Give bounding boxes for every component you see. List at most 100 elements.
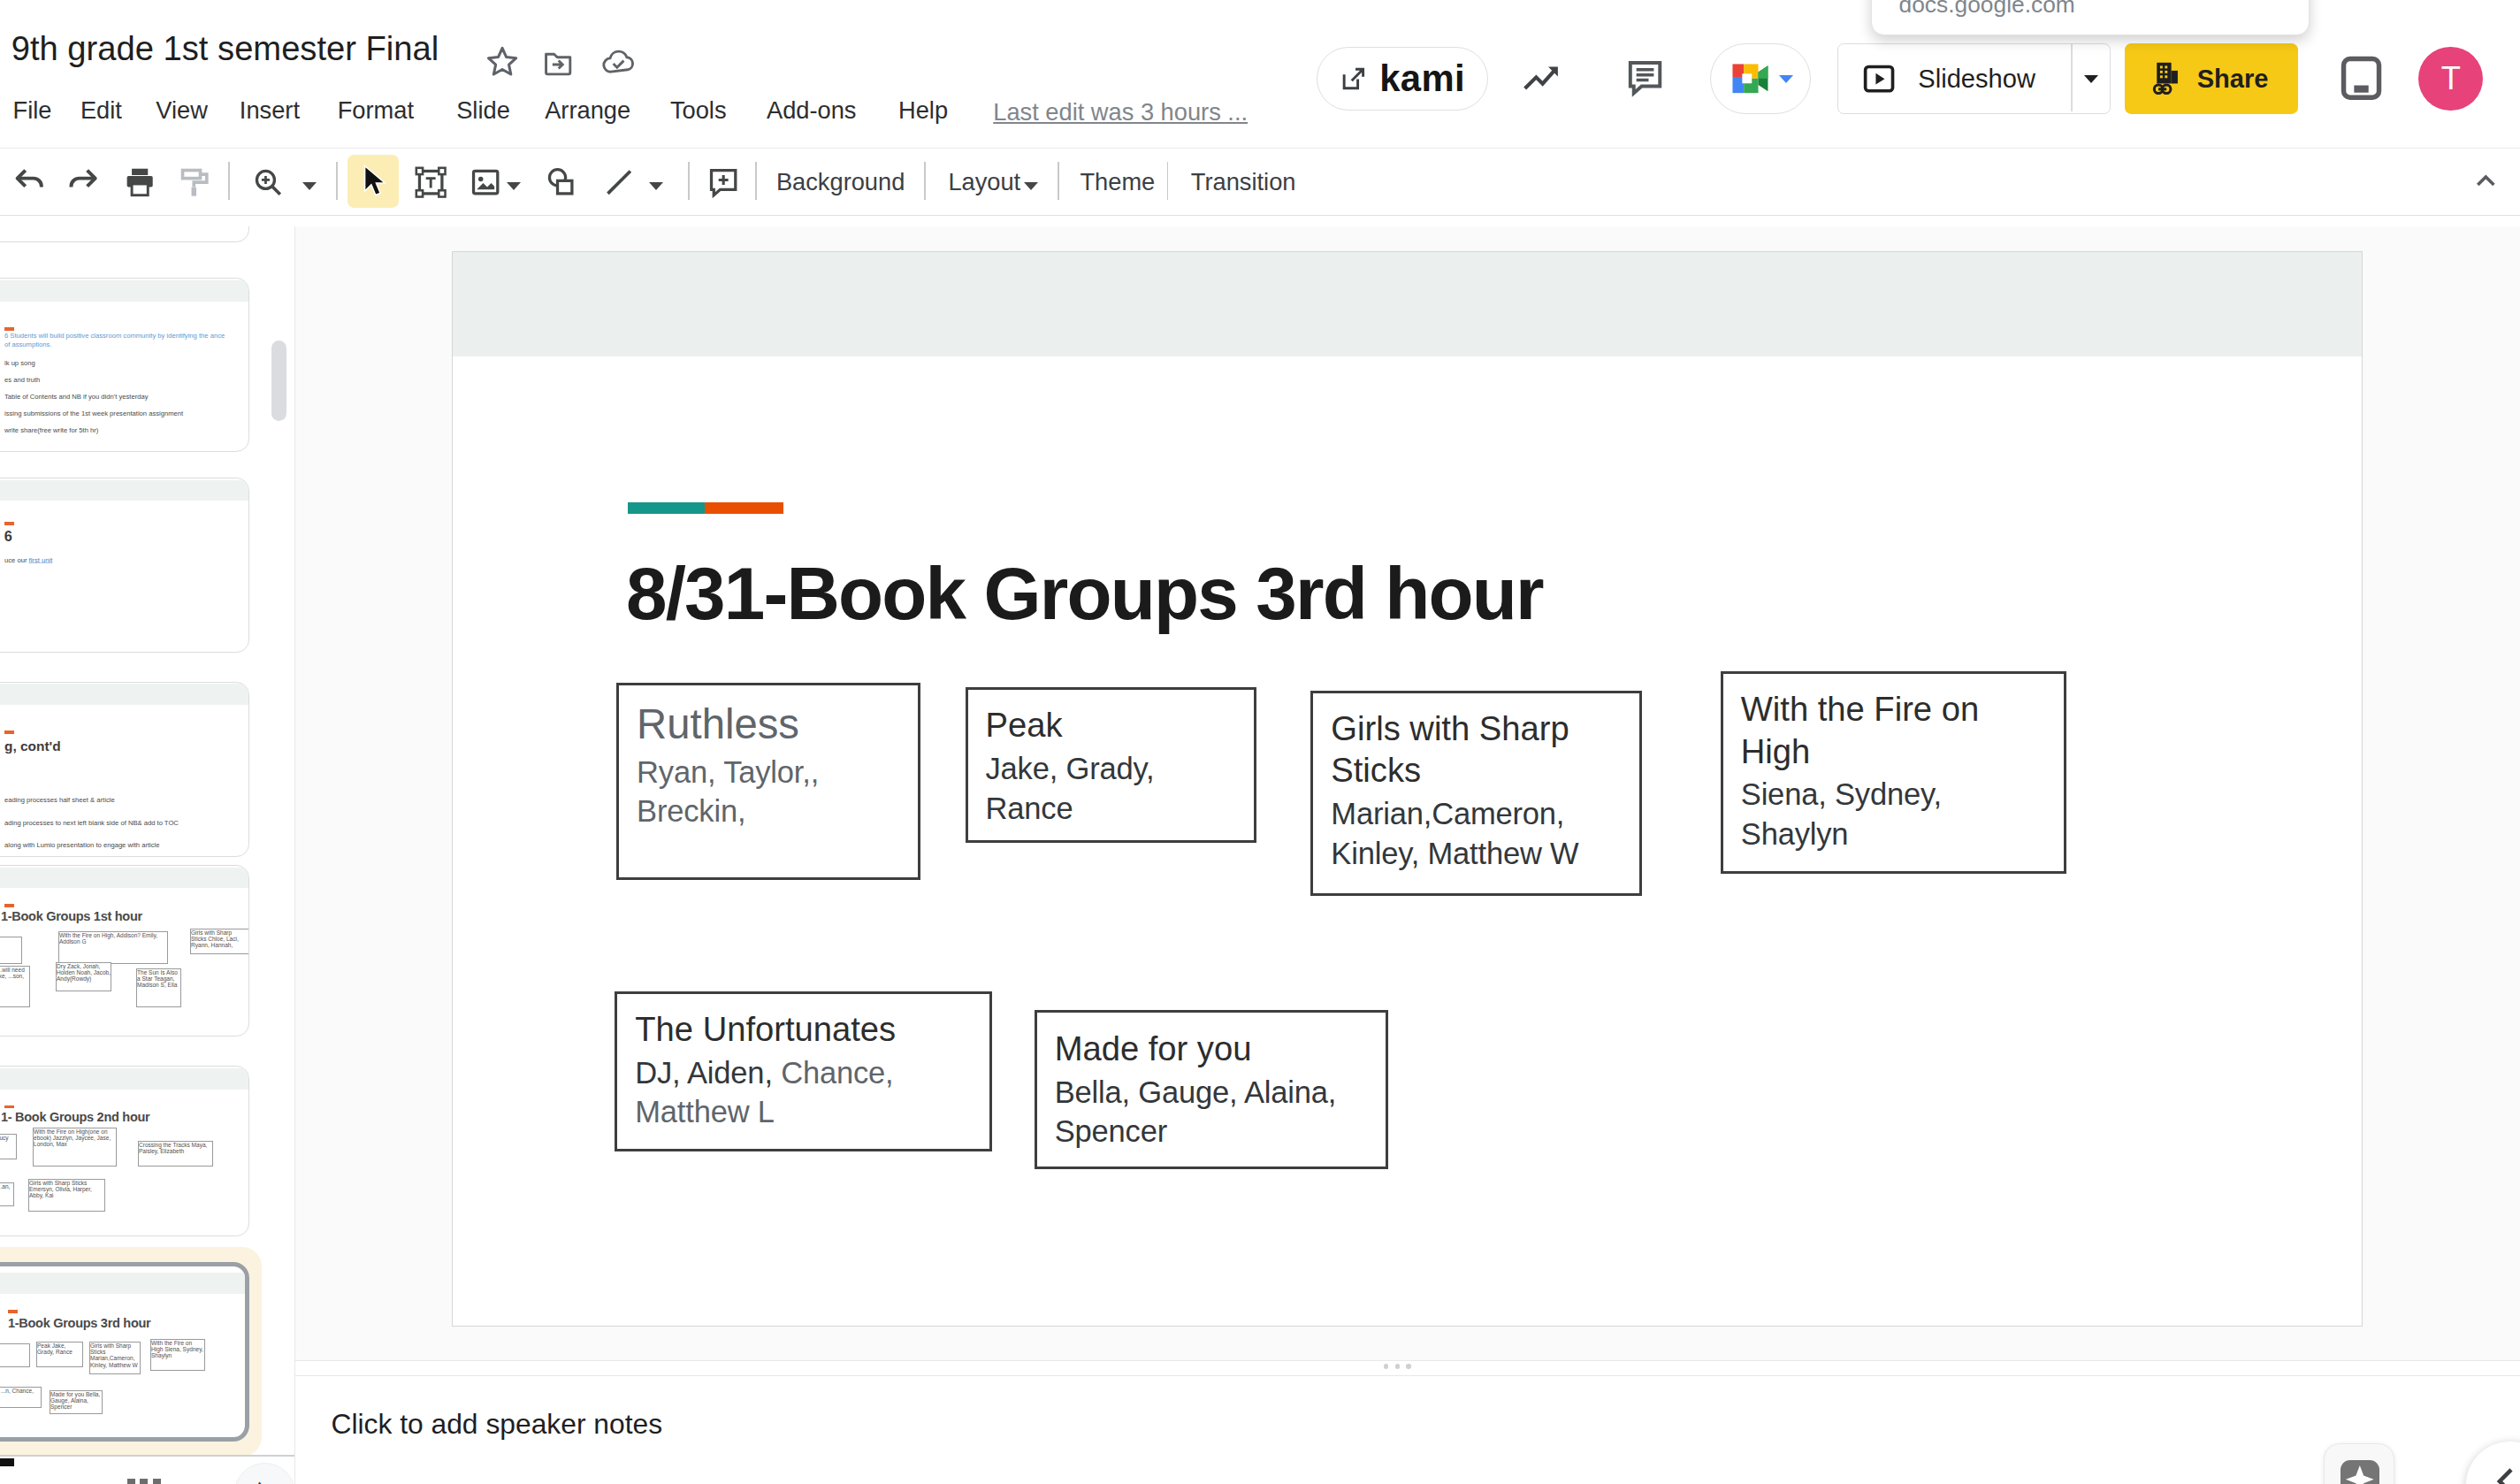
menu-insert[interactable]: Insert bbox=[240, 96, 300, 125]
slide-thumbnail-1[interactable] bbox=[0, 226, 249, 242]
transition-button[interactable]: Transition bbox=[1191, 168, 1296, 196]
layout-caret-icon[interactable] bbox=[1024, 182, 1038, 190]
thumb-group-box: ss ...lor, bbox=[0, 1343, 30, 1367]
thumb-banner bbox=[0, 1273, 245, 1294]
background-button[interactable]: Background bbox=[776, 168, 905, 196]
slide-thumbnail-6[interactable]: 1- Book Groups 2nd hour...ke H, ... Lucy… bbox=[0, 1066, 249, 1236]
menu-view[interactable]: View bbox=[156, 96, 208, 125]
toolbar-separator bbox=[336, 162, 338, 201]
zoom-icon[interactable] bbox=[252, 166, 284, 198]
filmstrip: 6 Students will build positive classroom… bbox=[0, 226, 295, 1483]
share-button[interactable]: Share bbox=[2125, 43, 2298, 114]
thumb-group-box: ...ke H, ... Lucy bbox=[0, 1134, 17, 1159]
cloud-status-icon[interactable] bbox=[601, 47, 637, 79]
stats-icon[interactable] bbox=[1522, 63, 1563, 95]
slide-thumbnail-2[interactable]: 6 Students will build positive classroom… bbox=[0, 278, 249, 451]
layout-button[interactable]: Layout bbox=[948, 168, 1020, 196]
thumb-group-box: fortunates ...an, ...es L bbox=[0, 1182, 14, 1206]
group-members: Ryan, Taylor,, Breckin, bbox=[637, 753, 900, 831]
move-folder-icon[interactable] bbox=[542, 47, 574, 79]
group-box-3[interactable]: With the Fire on HighSiena, Sydney, Shay… bbox=[1721, 671, 2066, 874]
group-members: Jake, Grady, Rance bbox=[986, 749, 1236, 828]
slideshow-button[interactable]: Slideshow bbox=[1837, 43, 2111, 114]
zoom-caret-icon[interactable] bbox=[302, 182, 317, 190]
thumb-dash bbox=[8, 1310, 18, 1313]
thumb-group-box: Dry Zack, Jonah, Holden Noah, Jacob, And… bbox=[56, 962, 112, 991]
slide-title[interactable]: 8/31-Book Groups 3rd hour bbox=[626, 551, 1543, 637]
menu-format[interactable]: Format bbox=[338, 96, 414, 125]
collapse-toolbar-icon[interactable] bbox=[2471, 168, 2501, 194]
paint-format-icon[interactable] bbox=[179, 166, 210, 198]
device-frame-icon[interactable] bbox=[2340, 55, 2383, 102]
toolbar-separator bbox=[924, 162, 926, 201]
group-box-0[interactable]: RuthlessRyan, Taylor,, Breckin, bbox=[616, 683, 920, 881]
thumb-group-box: With the Fire on High, Addison? Emily, A… bbox=[58, 931, 168, 963]
group-members: DJ, Aiden, Chance, Matthew L bbox=[635, 1053, 972, 1132]
comment-icon[interactable] bbox=[1623, 57, 1667, 99]
shape-icon[interactable] bbox=[545, 166, 577, 198]
group-title: Girls with Sharp Sticks bbox=[1331, 708, 1621, 792]
line-icon[interactable] bbox=[603, 166, 635, 198]
image-caret-icon[interactable] bbox=[507, 182, 521, 190]
last-edit-link[interactable]: Last edit was 3 hours ... bbox=[993, 98, 1248, 126]
slide-accent-dash bbox=[628, 502, 783, 514]
avatar[interactable]: T bbox=[2418, 47, 2483, 111]
image-icon[interactable] bbox=[470, 166, 501, 198]
partial-thumb-dots bbox=[127, 1479, 161, 1483]
thumb-group-box: Crossing the Tracks Maya, Paisley, Eliza… bbox=[138, 1141, 213, 1167]
slideshow-caret-icon[interactable] bbox=[2084, 75, 2098, 83]
kami-button[interactable]: kami bbox=[1317, 47, 1488, 111]
redo-icon[interactable] bbox=[66, 166, 98, 195]
thumb-group-box: Girls with Sharp Sticks Emersyn, Olivia,… bbox=[28, 1179, 105, 1211]
thumb-group-box: With the Fire on High Siena, Sydney, Sha… bbox=[150, 1339, 205, 1371]
group-members: Siena, Sydney, Shaylyn bbox=[1741, 775, 2046, 853]
menu-addons[interactable]: Add-ons bbox=[767, 96, 857, 125]
filmstrip-bottom-line bbox=[0, 1455, 295, 1457]
document-title[interactable]: 9th grade 1st semester Final bbox=[11, 29, 439, 68]
menu-help[interactable]: Help bbox=[898, 96, 948, 125]
menu-slide[interactable]: Slide bbox=[456, 96, 510, 125]
line-caret-icon[interactable] bbox=[649, 182, 663, 190]
canvas-area: 8/31-Book Groups 3rd hour RuthlessRyan, … bbox=[295, 226, 2520, 1359]
thumb-banner bbox=[0, 1068, 248, 1090]
textbox-icon[interactable] bbox=[415, 166, 447, 198]
thumb-banner bbox=[0, 480, 248, 501]
theme-button[interactable]: Theme bbox=[1080, 168, 1155, 196]
slide-thumbnail-5[interactable]: 1-Book Groups 1st hourgan, Jos, ...With … bbox=[0, 865, 249, 1037]
star-icon[interactable] bbox=[485, 45, 519, 79]
filmstrip-scroll-button[interactable]: ↑ bbox=[234, 1463, 295, 1484]
thumb-group-box: Girls with Sharp Sticks Marian,Cameron, … bbox=[89, 1342, 141, 1373]
url-tooltip: docs.google.com bbox=[1871, 0, 2310, 35]
speaker-notes-panel[interactable]: Click to add speaker notes bbox=[295, 1376, 2520, 1484]
group-box-2[interactable]: Girls with Sharp SticksMarian,Cameron, K… bbox=[1310, 691, 1641, 897]
menu-file[interactable]: File bbox=[13, 96, 52, 125]
add-comment-icon[interactable] bbox=[707, 166, 739, 198]
menu-tools[interactable]: Tools bbox=[670, 96, 727, 125]
group-box-5[interactable]: Made for youBella, Gauge, Alaina, Spence… bbox=[1035, 1010, 1388, 1169]
slideshow-divider bbox=[2071, 44, 2073, 111]
slide-thumbnail-7[interactable]: 1-Book Groups 3rd hourss ...lor,Peak Jak… bbox=[0, 1262, 249, 1442]
slide-canvas[interactable]: 8/31-Book Groups 3rd hour RuthlessRyan, … bbox=[452, 251, 2363, 1327]
group-title: The Unfortunates bbox=[635, 1008, 972, 1050]
filmstrip-scrollbar[interactable] bbox=[271, 340, 286, 421]
menu-edit[interactable]: Edit bbox=[80, 96, 122, 125]
thumb-group-box: Girls with Sharp Sticks Chloe, Laci, Rya… bbox=[190, 929, 248, 954]
group-box-4[interactable]: The UnfortunatesDJ, Aiden, Chance, Matth… bbox=[615, 991, 992, 1152]
explore-button[interactable] bbox=[2324, 1443, 2394, 1484]
share-lock-icon bbox=[2150, 61, 2182, 96]
slide-thumbnail-4[interactable]: g, cont'deading processes half sheet & a… bbox=[0, 682, 249, 857]
group-box-1[interactable]: PeakJake, Grady, Rance bbox=[966, 687, 1256, 843]
thumb-banner bbox=[0, 684, 248, 705]
meet-button[interactable] bbox=[1710, 43, 1812, 114]
group-members: Bella, Gauge, Alaina, Spencer bbox=[1055, 1073, 1368, 1151]
notes-splitter[interactable] bbox=[295, 1360, 2520, 1376]
thumb-dash bbox=[4, 1105, 14, 1109]
menu-arrange[interactable]: Arrange bbox=[545, 96, 630, 125]
slide-thumbnail-3[interactable]: 6uce our first unit bbox=[0, 478, 249, 653]
thumb-banner bbox=[0, 868, 248, 889]
undo-icon[interactable] bbox=[14, 166, 46, 195]
thumb-group-box: Peak Jake, Grady, Rance bbox=[36, 1342, 83, 1367]
print-icon[interactable] bbox=[124, 166, 156, 198]
speaker-notes-placeholder[interactable]: Click to add speaker notes bbox=[331, 1408, 662, 1441]
select-tool-active[interactable] bbox=[347, 155, 399, 208]
